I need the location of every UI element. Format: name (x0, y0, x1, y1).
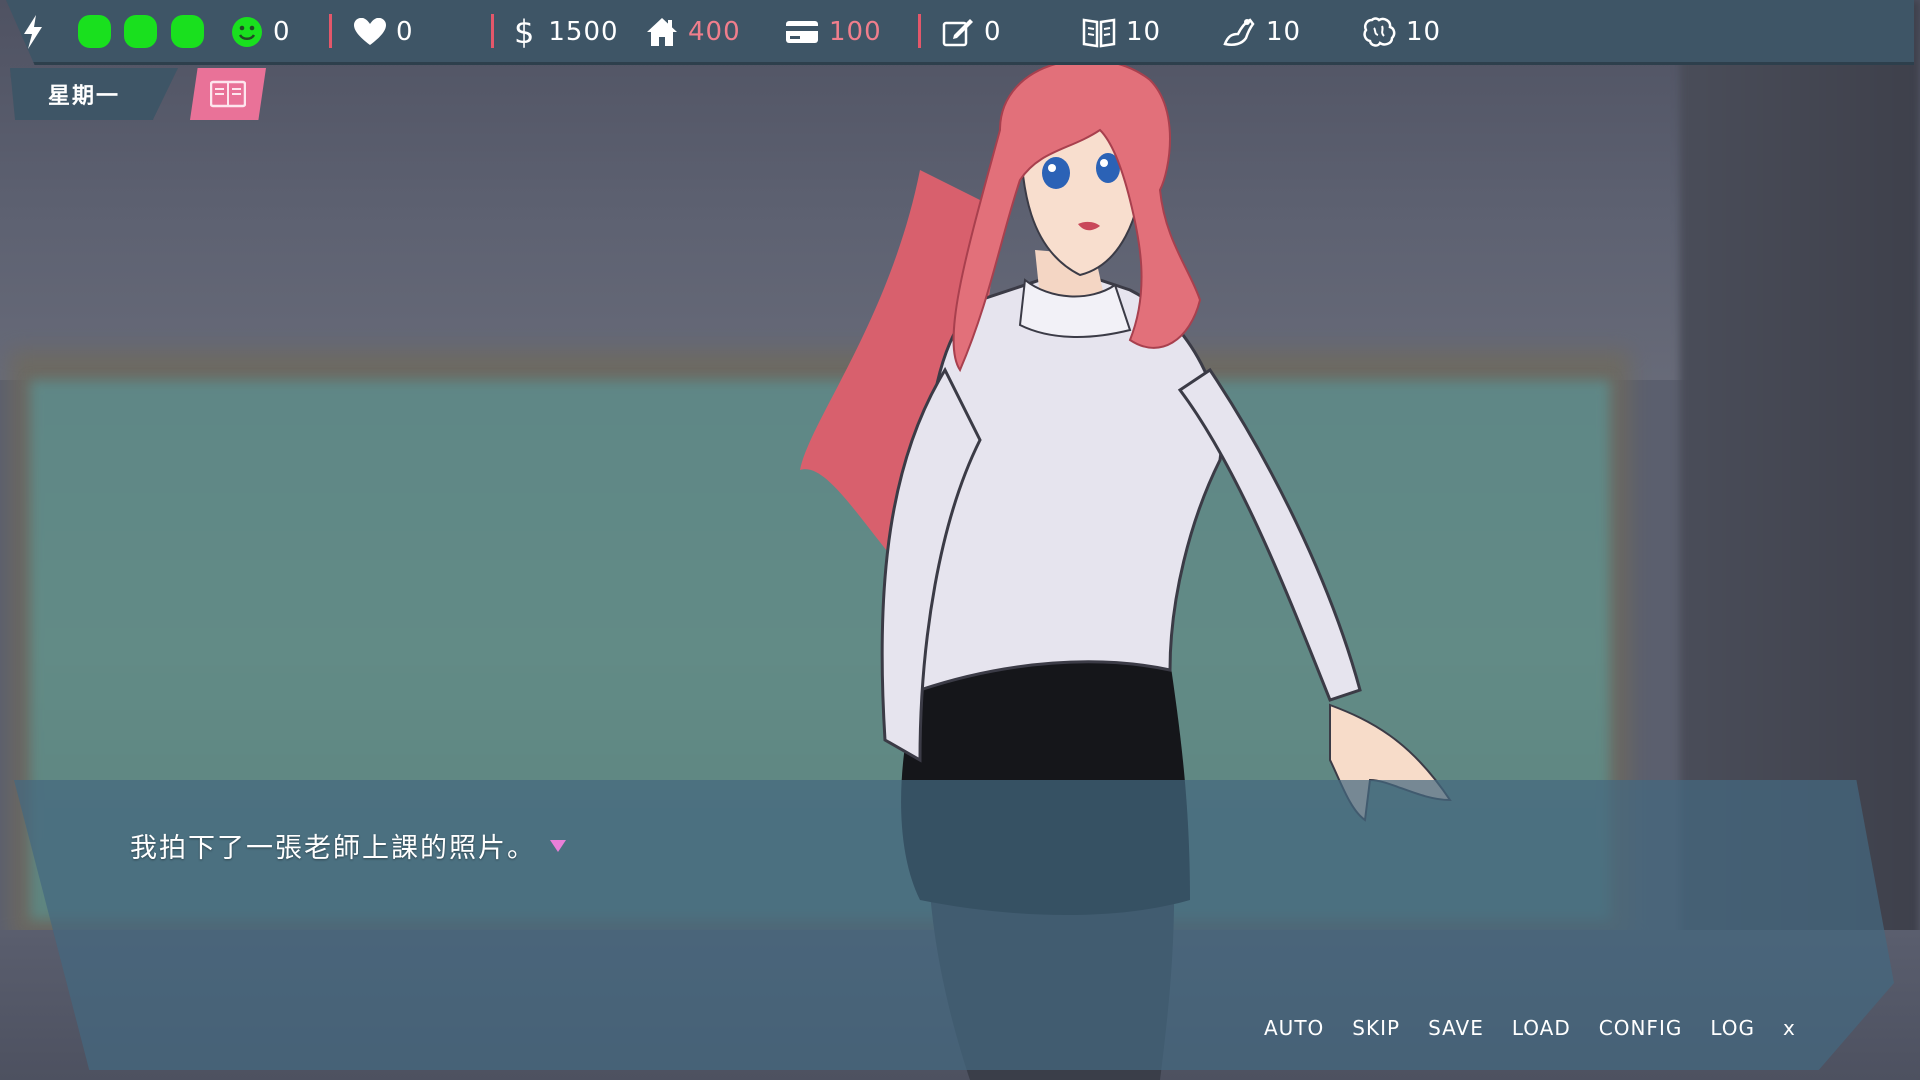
energy-pip-3 (171, 15, 204, 48)
mood-stat: 0 (231, 14, 291, 50)
save-button[interactable]: SAVE (1428, 1016, 1484, 1040)
open-book-icon (1082, 16, 1116, 48)
close-button[interactable]: x (1783, 1016, 1796, 1040)
charm-stat: 10 (1362, 14, 1441, 50)
knowledge-stat: 10 (1082, 14, 1161, 50)
lightning-icon (22, 15, 44, 49)
energy-indicator (22, 14, 44, 50)
log-button[interactable]: LOG (1710, 1016, 1755, 1040)
credit-card-icon (785, 20, 819, 44)
brain-icon (1362, 16, 1396, 48)
book-icon (210, 80, 246, 108)
dialogue-line: 我拍下了一張老師上課的照片。 (130, 826, 568, 865)
dollar-icon: $ (514, 13, 535, 51)
smiley-icon (231, 16, 263, 48)
skip-button[interactable]: SKIP (1352, 1016, 1400, 1040)
money-value: 1500 (548, 17, 619, 47)
load-button[interactable]: LOAD (1512, 1016, 1571, 1040)
energy-pip-1 (78, 15, 111, 48)
notes-stat: 0 (942, 14, 1002, 50)
mood-value: 0 (273, 17, 291, 47)
card-stat: 100 (785, 14, 882, 50)
config-button[interactable]: CONFIG (1599, 1016, 1683, 1040)
rent-stat: 400 (646, 14, 741, 50)
dialogue-text: 我拍下了一張老師上課的照片。 (130, 833, 536, 864)
separator (329, 14, 332, 48)
day-indicator: 星期一 (10, 68, 178, 120)
journal-button[interactable] (190, 68, 266, 120)
quick-menu: AUTO SKIP SAVE LOAD CONFIG LOG x (1264, 1016, 1796, 1040)
card-value: 100 (829, 17, 882, 47)
flex-arm-icon (1222, 16, 1256, 48)
house-icon (646, 17, 678, 47)
charm-value: 10 (1406, 17, 1442, 47)
energy-pip-2 (124, 15, 157, 48)
affection-value: 0 (396, 17, 414, 47)
next-heart-icon[interactable] (548, 838, 568, 854)
money-stat: $ 1500 (514, 13, 619, 51)
rent-value: 400 (688, 17, 741, 47)
affection-stat: 0 (354, 14, 414, 50)
notes-value: 0 (984, 17, 1002, 47)
fitness-value: 10 (1266, 17, 1302, 47)
separator (491, 14, 494, 48)
knowledge-value: 10 (1126, 17, 1162, 47)
fitness-stat: 10 (1222, 14, 1301, 50)
edit-note-icon (942, 17, 974, 47)
separator (918, 14, 921, 48)
heart-icon (354, 18, 386, 46)
auto-button[interactable]: AUTO (1264, 1016, 1324, 1040)
